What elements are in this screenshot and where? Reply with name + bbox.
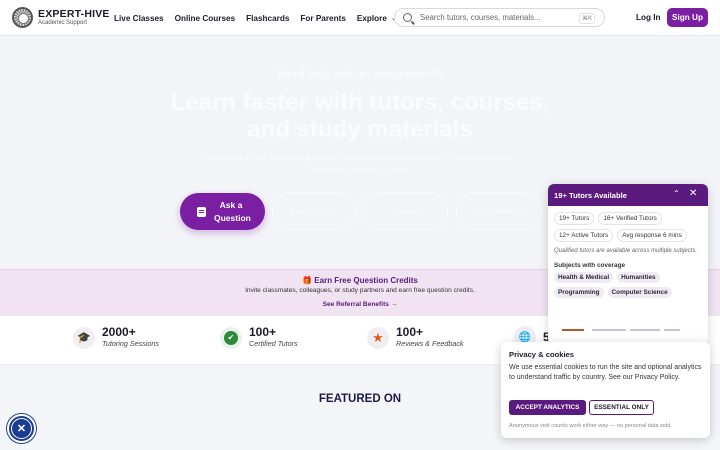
graduation-cap-icon: 🎓 bbox=[73, 326, 95, 349]
accept-analytics-button[interactable]: ACCEPT ANALYTICS bbox=[509, 400, 586, 415]
document-preview-strip bbox=[562, 327, 682, 333]
stat-value: 2000+ bbox=[102, 325, 136, 339]
cookie-consent-dialog: Privacy & cookies We use essential cooki… bbox=[501, 342, 710, 438]
stat-value: 100+ bbox=[396, 325, 424, 339]
subject-humanities[interactable]: Humanities bbox=[617, 272, 660, 283]
chip-verified-tutors: 16+ Verified Tutors bbox=[598, 212, 662, 225]
close-icon[interactable]: ✕ bbox=[689, 188, 697, 199]
ask-question-button[interactable]: Ask a Question bbox=[180, 193, 265, 230]
search-input[interactable] bbox=[420, 13, 580, 22]
ask-question-label: Ask a Question bbox=[214, 199, 251, 223]
login-link[interactable]: Log In bbox=[636, 13, 661, 22]
stat-value: 100+ bbox=[249, 325, 277, 339]
nav-online-courses[interactable]: Online Courses bbox=[175, 14, 236, 23]
nav-flashcards[interactable]: Flashcards bbox=[246, 14, 289, 23]
subject-health-medical[interactable]: Health & Medical bbox=[554, 272, 614, 283]
main-nav: Live Classes Online Courses Flashcards F… bbox=[114, 0, 405, 36]
subject-computer-science[interactable]: Computer Science bbox=[607, 287, 672, 298]
cookie-text: We use essential cookies to run the site… bbox=[509, 364, 702, 381]
brand-tagline: Academic Support bbox=[38, 20, 88, 27]
question-doc-icon bbox=[197, 206, 206, 217]
chip-active-tutors: 12+ Active Tutors bbox=[554, 229, 614, 242]
accessibility-button[interactable]: ✕ bbox=[7, 414, 36, 443]
hero-title-line-2: and study materials bbox=[247, 116, 473, 143]
browse-button[interactable]: Browse bbox=[362, 193, 448, 230]
referral-title-text: Earn Free Question Credits bbox=[314, 276, 418, 285]
hero-eyebrow: Need help with an assignment? bbox=[277, 69, 443, 81]
tutors-note: Qualified tutors are available across mu… bbox=[554, 248, 698, 254]
nav-live-classes[interactable]: Live Classes bbox=[114, 14, 164, 23]
tutors-panel-title: 19+ Tutors Available bbox=[554, 190, 627, 200]
chip-tutors: 19+ Tutors bbox=[554, 212, 595, 225]
tutors-panel-header: 19+ Tutors Available bbox=[548, 184, 708, 206]
stat-label: Certified Tutors bbox=[249, 339, 298, 348]
search-shortcut: ⌘K bbox=[578, 13, 595, 24]
tutors-available-panel: 19+ Tutors Available ⌃ ✕ 19+ Tutors 16+ … bbox=[548, 184, 708, 344]
subjects-list: Health & Medical Humanities Programming … bbox=[548, 269, 708, 298]
stat-label: Tutoring Sessions bbox=[102, 339, 159, 348]
chevron-up-icon[interactable]: ⌃ bbox=[673, 189, 680, 198]
hero-title: Learn faster with tutors, courses, and s… bbox=[0, 89, 720, 143]
search-icon bbox=[403, 13, 412, 22]
verified-check-icon: ✔ bbox=[220, 326, 242, 349]
signup-button[interactable]: Sign Up bbox=[667, 8, 708, 27]
live-tutoring-button[interactable]: Live Tutoring bbox=[272, 193, 356, 230]
chip-avg-response: Avg response 6 mins bbox=[617, 229, 687, 242]
stat-label: Reviews & Feedback bbox=[396, 339, 464, 348]
site-header: EXPERT-HIVE Academic Support Live Classe… bbox=[0, 0, 720, 36]
brand-logo[interactable]: EXPERT-HIVE Academic Support bbox=[12, 7, 110, 28]
star-icon: ★ bbox=[367, 326, 389, 349]
stat-tutoring-sessions: 🎓 2000+ Tutoring Sessions bbox=[73, 326, 159, 349]
accessibility-icon: ✕ bbox=[11, 418, 32, 439]
stat-certified-tutors: ✔ 100+ Certified Tutors bbox=[220, 326, 298, 349]
nav-explore[interactable]: Explore bbox=[357, 14, 387, 23]
hero-title-line-1: Learn faster with tutors, courses, bbox=[170, 89, 550, 116]
cookie-footer-note: Anonymous visit counts work either way —… bbox=[509, 423, 672, 429]
nav-for-parents[interactable]: For Parents bbox=[300, 14, 346, 23]
tutor-stats-chips: 19+ Tutors 16+ Verified Tutors 12+ Activ… bbox=[548, 206, 708, 242]
search-bar[interactable]: ⌘K bbox=[394, 8, 605, 27]
subjects-heading: Subjects with coverage bbox=[554, 262, 626, 269]
gift-icon: 🎁 bbox=[302, 276, 313, 285]
brand-name: EXPERT-HIVE bbox=[38, 7, 110, 20]
brand-seal-icon bbox=[12, 7, 33, 28]
study-materials-button[interactable]: Study Materials bbox=[456, 193, 542, 230]
essential-only-button[interactable]: ESSENTIAL ONLY bbox=[589, 400, 654, 415]
cookie-title: Privacy & cookies bbox=[509, 350, 575, 359]
stat-reviews: ★ 100+ Reviews & Feedback bbox=[367, 326, 464, 349]
hero-subtitle: Assignment help, live tutoring, online c… bbox=[206, 153, 514, 175]
subject-programming[interactable]: Programming bbox=[554, 287, 604, 298]
